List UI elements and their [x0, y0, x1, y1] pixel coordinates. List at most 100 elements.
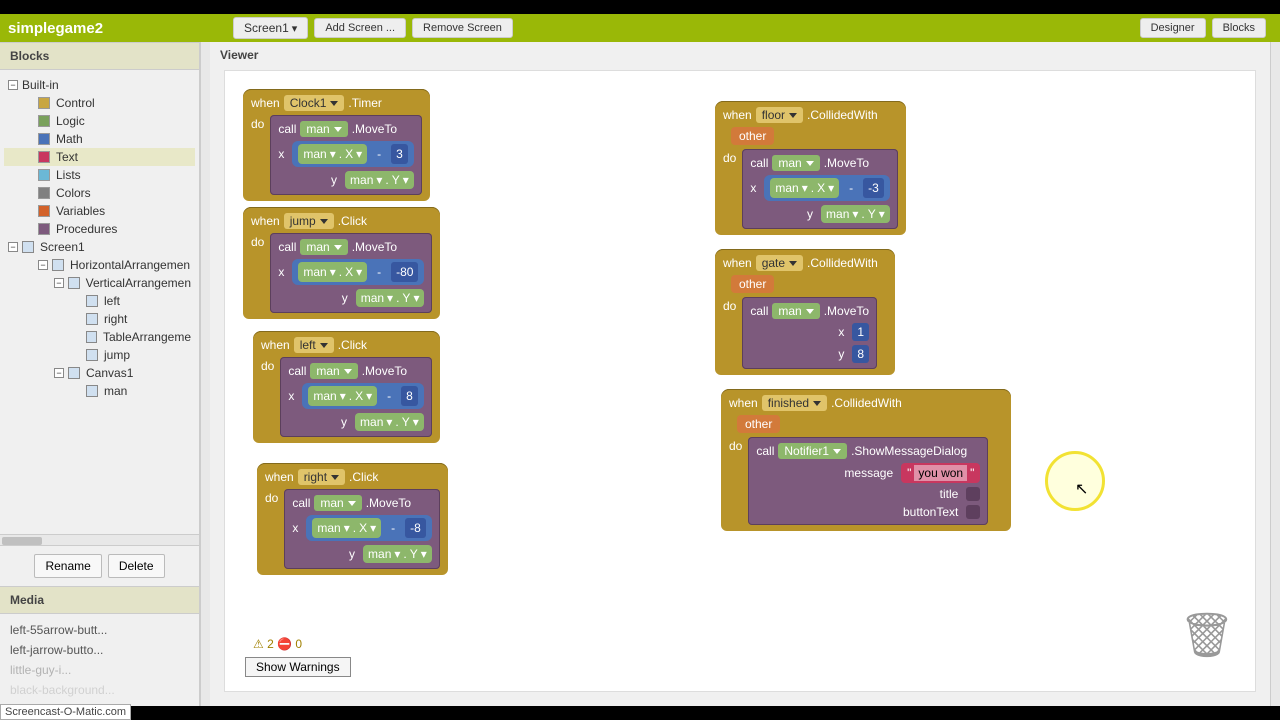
component-icon	[86, 349, 98, 361]
delete-button[interactable]: Delete	[108, 554, 165, 578]
finished-dropdown[interactable]: finished	[762, 395, 827, 411]
tree-jump[interactable]: jump	[4, 346, 195, 364]
tree-lists[interactable]: Lists	[4, 166, 195, 184]
notifier-dropdown[interactable]: Notifier1	[778, 443, 847, 459]
layout-icon	[68, 277, 80, 289]
tree-procedures[interactable]: Procedures	[4, 220, 195, 238]
tree-colors[interactable]: Colors	[4, 184, 195, 202]
text-literal-youwon[interactable]: "you won"	[901, 463, 980, 483]
media-item[interactable]: little-guy-i...	[10, 660, 189, 680]
do-label: do	[251, 115, 270, 131]
tree-left[interactable]: left	[4, 292, 195, 310]
blocks-tree[interactable]: −Built-in Control Logic Math Text Lists …	[0, 70, 199, 534]
remove-screen-button[interactable]: Remove Screen	[412, 18, 513, 38]
tree-control[interactable]: Control	[4, 94, 195, 112]
tree-math[interactable]: Math	[4, 130, 195, 148]
tree-canvas[interactable]: −Canvas1	[4, 364, 195, 382]
screen-icon	[22, 241, 34, 253]
block-when-gate-collided[interactable]: whengate.CollidedWith other do callman.M…	[715, 249, 895, 375]
layout-icon	[52, 259, 64, 271]
warnings-indicator: ⚠ 2 ⛔ 0	[253, 637, 302, 651]
tree-man[interactable]: man	[4, 382, 195, 400]
component-icon	[86, 313, 98, 325]
call-man-moveto[interactable]: callman.MoveTo x1 y8	[742, 297, 877, 369]
call-notifier-showmsg[interactable]: callNotifier1.ShowMessageDialog message …	[748, 437, 988, 525]
gate-dropdown[interactable]: gate	[756, 255, 803, 271]
sidebar-h-scrollbar[interactable]	[0, 534, 199, 546]
tree-builtin[interactable]: −Built-in	[4, 76, 195, 94]
cursor-icon: ↖	[1075, 479, 1088, 499]
tree-logic[interactable]: Logic	[4, 112, 195, 130]
control-color-icon	[38, 97, 50, 109]
designer-button[interactable]: Designer	[1140, 18, 1206, 38]
show-warnings-button[interactable]: Show Warnings	[245, 657, 351, 677]
clock1-dropdown[interactable]: Clock1	[284, 95, 345, 111]
tree-horiz-arr[interactable]: −HorizontalArrangemen	[4, 256, 195, 274]
window-bottom-black	[0, 706, 1280, 720]
man-dropdown[interactable]: man	[300, 121, 347, 137]
media-item[interactable]: black-background...	[10, 680, 189, 700]
colors-color-icon	[38, 187, 50, 199]
call-man-moveto[interactable]: callman.MoveTo x man▾.X▾--80 y man▾.Y▾	[270, 233, 432, 313]
block-when-right-click[interactable]: whenright.Click do callman.MoveTo x man▾…	[257, 463, 448, 575]
viewer-header: Viewer	[210, 42, 1270, 68]
lists-color-icon	[38, 169, 50, 181]
tree-vert-arr[interactable]: −VerticalArrangemen	[4, 274, 195, 292]
block-when-clock-timer[interactable]: whenClock1.Timer do callman.MoveTo x man…	[243, 89, 430, 201]
text-color-icon	[38, 151, 50, 163]
logic-color-icon	[38, 115, 50, 127]
sidebar-v-scrollbar[interactable]	[200, 42, 210, 706]
jump-dropdown[interactable]: jump	[284, 213, 334, 229]
block-when-left-click[interactable]: whenleft.Click do callman.MoveTo x man▾.…	[253, 331, 440, 443]
app-header: simplegame2 Screen1 ▾ Add Screen ... Rem…	[0, 14, 1280, 42]
math-color-icon	[38, 133, 50, 145]
call-man-moveto[interactable]: callman.MoveTo x man▾.X▾-8 y man▾.Y▾	[280, 357, 431, 437]
floor-dropdown[interactable]: floor	[756, 107, 803, 123]
sprite-icon	[86, 385, 98, 397]
canvas-icon	[68, 367, 80, 379]
app-title: simplegame2	[8, 20, 103, 37]
tree-right[interactable]: right	[4, 310, 195, 328]
other-param[interactable]: other	[731, 127, 774, 145]
rename-button[interactable]: Rename	[34, 554, 101, 578]
left-dropdown[interactable]: left	[294, 337, 334, 353]
expander-icon[interactable]: −	[54, 368, 64, 378]
blocks-panel-header: Blocks	[0, 42, 199, 70]
other-param[interactable]: other	[731, 275, 774, 293]
blocks-canvas[interactable]: whenClock1.Timer do callman.MoveTo x man…	[224, 70, 1256, 692]
block-when-jump-click[interactable]: whenjump.Click do callman.MoveTo x man▾.…	[243, 207, 440, 319]
trash-icon[interactable]: 🗑	[1179, 609, 1235, 661]
other-param[interactable]: other	[737, 415, 780, 433]
expander-icon[interactable]: −	[8, 242, 18, 252]
empty-buttontext-slot[interactable]	[966, 505, 980, 519]
media-item[interactable]: left-55arrow-butt...	[10, 620, 189, 640]
block-when-floor-collided[interactable]: whenfloor.CollidedWith other do callman.…	[715, 101, 906, 235]
tree-table[interactable]: TableArrangeme	[4, 328, 195, 346]
main-columns: Blocks −Built-in Control Logic Math Text…	[0, 42, 1280, 706]
tree-variables[interactable]: Variables	[4, 202, 195, 220]
expander-icon[interactable]: −	[8, 80, 18, 90]
procedures-color-icon	[38, 223, 50, 235]
block-when-finished-collided[interactable]: whenfinished.CollidedWith other do callN…	[721, 389, 1011, 531]
variables-color-icon	[38, 205, 50, 217]
viewer-panel: Viewer whenClock1.Timer do callman.MoveT…	[210, 42, 1270, 706]
component-icon	[86, 331, 97, 343]
viewer-v-scrollbar[interactable]	[1270, 42, 1280, 706]
media-list: left-55arrow-butt... left-jarrow-butto..…	[0, 614, 199, 706]
window-top-black	[0, 0, 1280, 14]
call-man-moveto[interactable]: callman.MoveTo x man▾.X▾--3 y man▾.Y▾	[742, 149, 897, 229]
media-panel-header: Media	[0, 586, 199, 614]
expander-icon[interactable]: −	[38, 260, 48, 270]
screencast-watermark: Screencast-O-Matic.com	[0, 704, 131, 720]
add-screen-button[interactable]: Add Screen ...	[314, 18, 406, 38]
tree-text[interactable]: Text	[4, 148, 195, 166]
media-item[interactable]: left-jarrow-butto...	[10, 640, 189, 660]
right-dropdown[interactable]: right	[298, 469, 345, 485]
tree-screen1[interactable]: −Screen1	[4, 238, 195, 256]
expander-icon[interactable]: −	[54, 278, 64, 288]
call-man-moveto[interactable]: callman.MoveTo x man▾.X▾-3 y man▾.Y▾	[270, 115, 421, 195]
empty-title-slot[interactable]	[966, 487, 980, 501]
call-man-moveto[interactable]: callman.MoveTo x man▾.X▾--8 y man▾.Y▾	[284, 489, 439, 569]
blocks-button[interactable]: Blocks	[1212, 18, 1266, 38]
screen-dropdown[interactable]: Screen1 ▾	[233, 17, 308, 39]
